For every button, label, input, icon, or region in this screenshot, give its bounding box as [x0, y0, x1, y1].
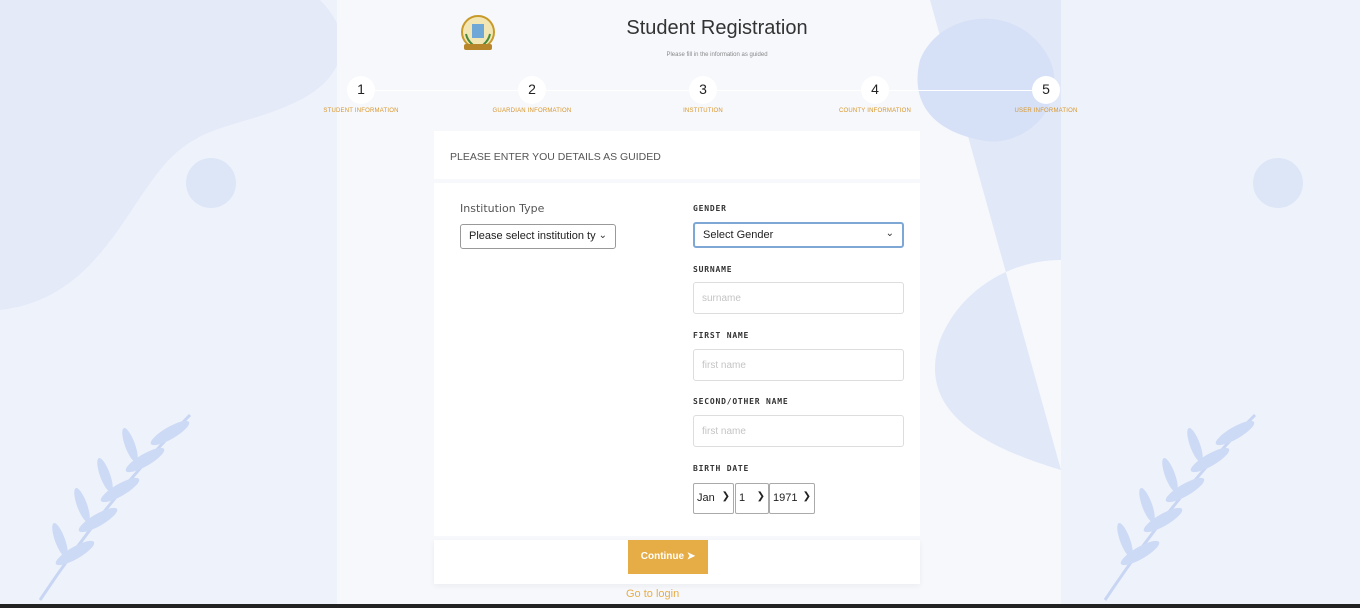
second-name-input[interactable]	[693, 415, 904, 447]
step-number: 3	[689, 76, 717, 104]
birth-date-label: BIRTH DATE	[693, 464, 750, 473]
step-label: STUDENT INFORMATION	[323, 108, 399, 114]
background-blob-right	[917, 0, 1061, 470]
birth-year-value: 1971	[773, 492, 798, 504]
institution-logo	[461, 15, 495, 50]
decor-circle-right	[1253, 158, 1303, 208]
go-to-login-link[interactable]: Go to login	[626, 588, 679, 600]
surname-label: SURNAME	[693, 265, 733, 274]
step-institution: 3 INSTITUTION	[643, 76, 763, 114]
birth-day-value: 1	[739, 492, 746, 504]
birth-year-select[interactable]: 1971 ❯	[769, 483, 815, 514]
arrow-right-circle-icon: ➤	[686, 551, 696, 562]
step-number: 2	[518, 76, 546, 104]
card-heading: PLEASE ENTER YOU DETAILS AS GUIDED	[434, 131, 920, 179]
chevron-down-icon: ⌄	[598, 230, 607, 241]
step-guardian-information: 2 GUARDIAN INFORMATION	[472, 76, 592, 114]
continue-button[interactable]: Continue ➤	[628, 540, 708, 574]
institution-type-select[interactable]: Please select institution ty ⌄	[460, 224, 616, 249]
page-title: Student Registration	[626, 17, 808, 39]
chevron-down-icon: ❯	[756, 491, 765, 502]
gender-label: GENDER	[693, 204, 727, 213]
step-student-information: 1 STUDENT INFORMATION	[301, 76, 421, 114]
birth-month-select[interactable]: Jan ❯	[693, 483, 734, 514]
page-subtitle: Please fill in the information as guided	[666, 52, 768, 58]
chevron-down-icon: ⌄	[885, 228, 894, 239]
birth-month-value: Jan	[697, 492, 715, 504]
bottom-bar	[0, 604, 1360, 608]
gender-select[interactable]: Select Gender ⌄	[693, 222, 904, 248]
step-label: COUNTY INFORMATION	[838, 108, 912, 114]
step-label: GUARDIAN INFORMATION	[492, 108, 572, 114]
step-county-information: 4 COUNTY INFORMATION	[815, 76, 935, 114]
step-number: 4	[861, 76, 889, 104]
leaf-branch-left	[38, 413, 192, 601]
surname-input[interactable]	[693, 282, 904, 314]
step-number: 1	[347, 76, 375, 104]
gender-value: Select Gender	[703, 229, 774, 241]
institution-type-label: Institution Type	[460, 202, 545, 215]
step-label: USER INFORMATION	[1014, 108, 1078, 114]
first-name-label: FIRST NAME	[693, 331, 750, 340]
step-label: INSTITUTION	[683, 108, 723, 114]
second-name-label: SECOND/OTHER NAME	[693, 397, 789, 406]
chevron-down-icon: ❯	[802, 491, 811, 502]
birth-day-select[interactable]: 1 ❯	[735, 483, 769, 514]
decor-circle-left	[186, 158, 236, 208]
step-user-information: 5 USER INFORMATION	[986, 76, 1106, 114]
step-number: 5	[1032, 76, 1060, 104]
continue-label: Continue	[640, 551, 685, 562]
leaf-branch-right	[1103, 413, 1257, 601]
first-name-input[interactable]	[693, 349, 904, 381]
institution-type-value: Please select institution ty	[469, 230, 596, 242]
chevron-down-icon: ❯	[721, 491, 730, 502]
